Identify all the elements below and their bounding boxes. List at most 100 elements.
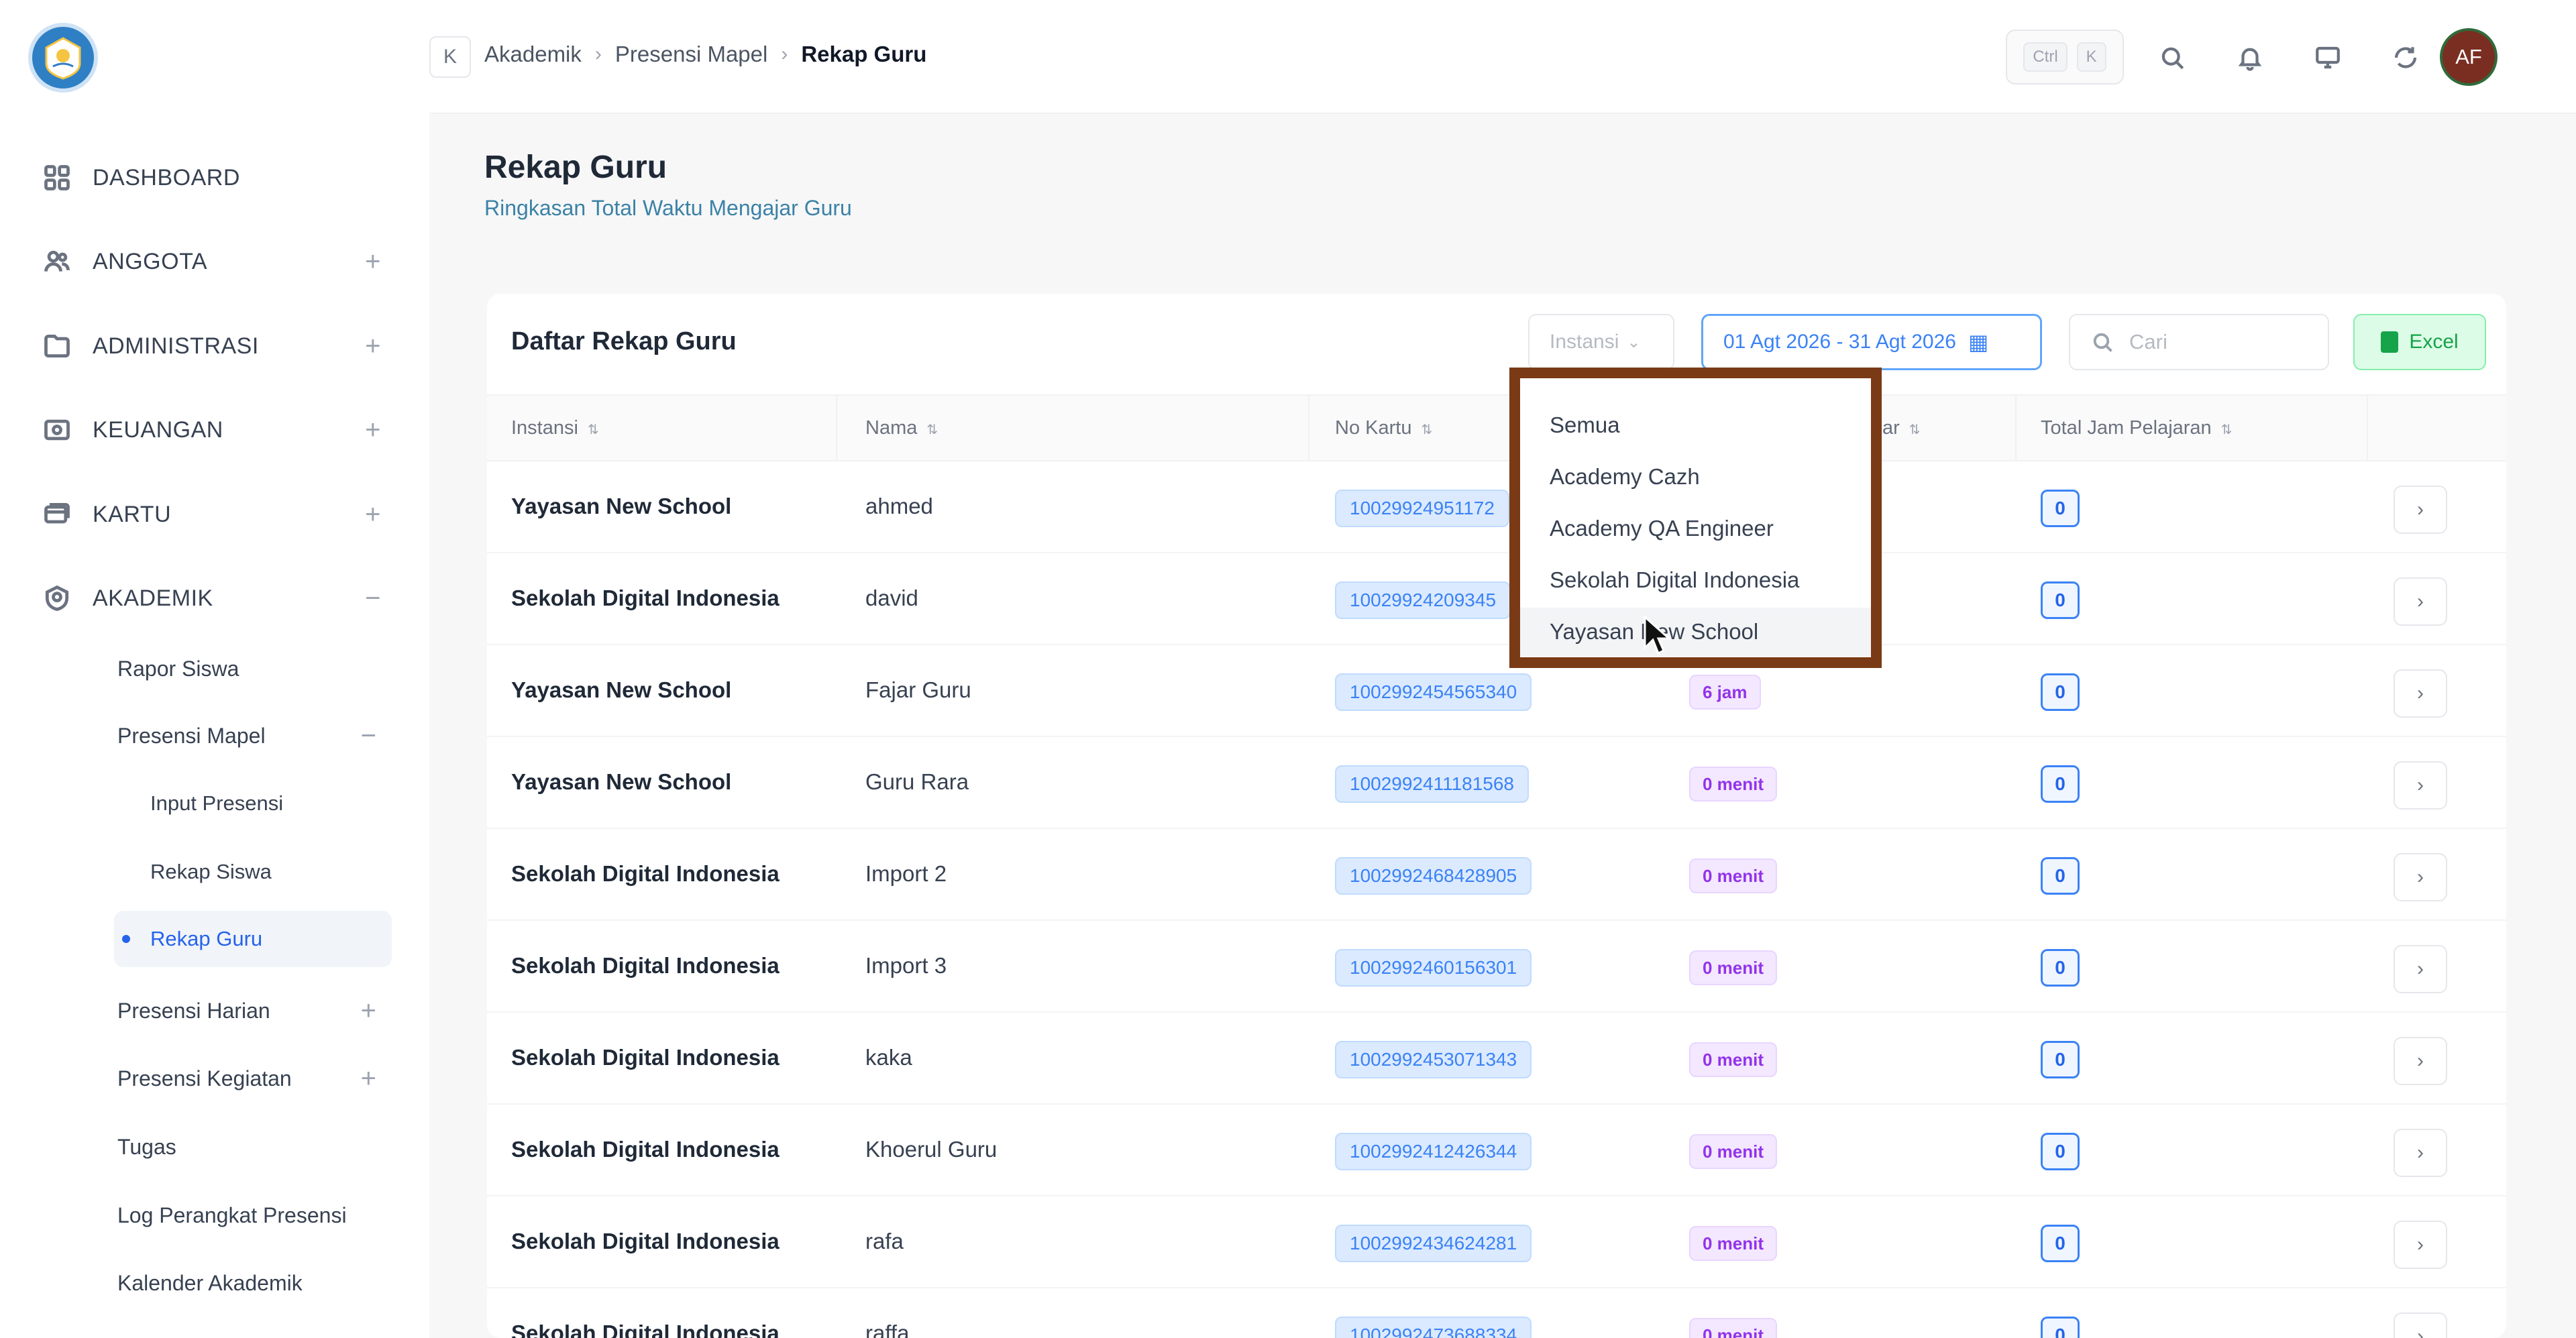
dropdown-option-semua[interactable]: Semua	[1520, 401, 1871, 449]
kbd-ctrl: Ctrl	[2023, 42, 2068, 72]
cell-total-waktu-badge: 0 menit	[1689, 950, 1778, 985]
cell-nama: Import 2	[865, 861, 947, 886]
users-icon	[40, 245, 74, 278]
collapse-icon[interactable]: −	[361, 721, 376, 751]
collapse-icon[interactable]: −	[365, 583, 381, 614]
instansi-filter-select[interactable]: Instansi ⌄	[1528, 314, 1674, 370]
row-detail-button[interactable]: ›	[2394, 486, 2447, 534]
sidebar-item-log-perangkat[interactable]: Log Perangkat Presensi	[117, 1187, 392, 1243]
cell-total-jam-badge: 0	[2041, 1225, 2080, 1262]
sidebar-item-kalender-akademik[interactable]: Kalender Akademik	[117, 1255, 392, 1311]
sidebar-item-presensi-kegiatan[interactable]: Presensi Kegiatan +	[117, 1050, 392, 1107]
cell-no-kartu-badge: 1002992473688334	[1335, 1317, 1532, 1338]
sidebar-item-presensi-harian[interactable]: Presensi Harian +	[117, 983, 392, 1039]
rekap-guru-card: Daftar Rekap Guru Instansi ⌄ 01 Agt 2026…	[487, 294, 2506, 1338]
sidebar-collapse-button[interactable]: K	[429, 36, 471, 78]
table-row: Sekolah Digital Indonesia kaka 100299245…	[487, 1013, 2506, 1105]
search-icon[interactable]	[2153, 39, 2191, 76]
nav-label: AKADEMIK	[93, 585, 213, 611]
monitor-icon[interactable]	[2309, 39, 2347, 76]
dropdown-option-sekolah-digital[interactable]: Sekolah Digital Indonesia	[1520, 556, 1871, 604]
excel-label: Excel	[2409, 331, 2459, 353]
cell-nama: rafa	[865, 1229, 904, 1253]
dropdown-option-academy-qa[interactable]: Academy QA Engineer	[1520, 504, 1871, 553]
sidebar-item-rekap-siswa[interactable]: Rekap Siswa	[150, 844, 392, 900]
cell-total-jam-badge: 0	[2041, 765, 2080, 803]
nav-akademik[interactable]: AKADEMIK −	[40, 571, 389, 625]
th-label: Nama	[865, 417, 918, 439]
cell-total-waktu-badge: 0 menit	[1689, 1318, 1778, 1338]
sidebar-item-input-presensi[interactable]: Input Presensi	[150, 775, 392, 832]
bell-icon[interactable]	[2231, 39, 2269, 76]
cell-nama: kaka	[865, 1045, 912, 1070]
academic-icon	[40, 581, 74, 615]
sidebar-item-rapor-siswa[interactable]: Rapor Siswa	[117, 640, 392, 697]
row-detail-button[interactable]: ›	[2394, 1129, 2447, 1177]
search-input[interactable]: Cari	[2069, 314, 2329, 370]
cell-total-jam-badge: 0	[2041, 1041, 2080, 1078]
expand-icon[interactable]: +	[365, 247, 381, 277]
th-total-waktu[interactable]: ar ⇅	[1882, 417, 1921, 439]
nav-administrasi[interactable]: ADMINISTRASI +	[40, 319, 389, 373]
expand-icon[interactable]: +	[361, 996, 376, 1026]
breadcrumb-akademik[interactable]: Akademik	[484, 42, 582, 67]
card-title: Daftar Rekap Guru	[511, 327, 737, 355]
sort-icon: ⇅	[587, 423, 599, 437]
expand-icon[interactable]: +	[365, 415, 381, 445]
kbd-k: K	[2076, 42, 2106, 72]
sidebar-item-tugas[interactable]: Tugas	[117, 1119, 392, 1175]
cell-nama: ahmed	[865, 494, 933, 518]
breadcrumb-current: Rekap Guru	[801, 42, 927, 66]
table-row: Sekolah Digital Indonesia david 10029924…	[487, 553, 2506, 645]
sub-label: Presensi Mapel	[117, 723, 266, 748]
cell-total-waktu-badge: 0 menit	[1689, 767, 1778, 801]
cell-instansi: Yayasan New School	[511, 677, 732, 702]
nav-label: KARTU	[93, 501, 172, 527]
nav-kartu[interactable]: KARTU +	[40, 488, 389, 541]
sidebar: DASHBOARD ANGGOTA + ADMINISTRASI + KEUAN…	[0, 0, 429, 1338]
dropdown-option-academy-cazh[interactable]: Academy Cazh	[1520, 453, 1871, 501]
cell-no-kartu-badge: 1002992454565340	[1335, 673, 1532, 711]
expand-icon[interactable]: +	[365, 500, 381, 530]
cell-total-waktu-badge: 6 jam	[1689, 675, 1761, 710]
breadcrumb-presensi-mapel[interactable]: Presensi Mapel	[615, 42, 767, 67]
expand-icon[interactable]: +	[365, 331, 381, 361]
cell-nama: david	[865, 586, 918, 610]
row-detail-button[interactable]: ›	[2394, 669, 2447, 718]
date-range-picker[interactable]: 01 Agt 2026 - 31 Agt 2026 ▦	[1701, 314, 2042, 370]
page-subtitle: Ringkasan Total Waktu Mengajar Guru	[484, 196, 852, 220]
row-detail-button[interactable]: ›	[2394, 945, 2447, 993]
cell-instansi: Sekolah Digital Indonesia	[511, 861, 780, 886]
sort-icon: ⇅	[2220, 423, 2233, 437]
sub-label: Presensi Harian	[117, 998, 270, 1023]
instansi-dropdown-menu: Semua Academy Cazh Academy QA Engineer S…	[1509, 368, 1882, 668]
sidebar-item-presensi-mapel[interactable]: Presensi Mapel −	[117, 708, 392, 764]
nav-dashboard[interactable]: DASHBOARD	[40, 151, 389, 205]
export-excel-button[interactable]: Excel	[2353, 314, 2486, 370]
folder-icon	[40, 329, 74, 363]
cell-instansi: Sekolah Digital Indonesia	[511, 1229, 780, 1253]
page-title: Rekap Guru	[484, 150, 667, 185]
nav-anggota[interactable]: ANGGOTA +	[40, 235, 389, 288]
expand-icon[interactable]: +	[361, 1064, 376, 1094]
row-detail-button[interactable]: ›	[2394, 1037, 2447, 1085]
row-detail-button[interactable]: ›	[2394, 1313, 2447, 1338]
grid-icon	[40, 161, 74, 194]
th-nama[interactable]: Nama ⇅	[865, 417, 938, 439]
nav-keuangan[interactable]: KEUANGAN +	[40, 403, 389, 457]
refresh-icon[interactable]	[2387, 39, 2424, 76]
logo[interactable]	[28, 23, 98, 93]
dropdown-option-yayasan-new-school[interactable]: Yayasan New School	[1520, 608, 1871, 656]
th-no-kartu[interactable]: No Kartu ⇅	[1335, 417, 1432, 439]
row-detail-button[interactable]: ›	[2394, 761, 2447, 810]
th-total-jam[interactable]: Total Jam Pelajaran ⇅	[2041, 417, 2232, 439]
cell-total-jam-badge: 0	[2041, 581, 2080, 619]
th-instansi[interactable]: Instansi ⇅	[511, 417, 599, 439]
row-detail-button[interactable]: ›	[2394, 1221, 2447, 1269]
cell-no-kartu-badge: 1002992434624281	[1335, 1225, 1532, 1262]
sidebar-item-rekap-guru[interactable]: Rekap Guru	[114, 911, 392, 967]
row-detail-button[interactable]: ›	[2394, 577, 2447, 626]
avatar[interactable]: AF	[2440, 28, 2498, 86]
row-detail-button[interactable]: ›	[2394, 853, 2447, 901]
command-palette-shortcut[interactable]: Ctrl K	[2006, 30, 2124, 85]
